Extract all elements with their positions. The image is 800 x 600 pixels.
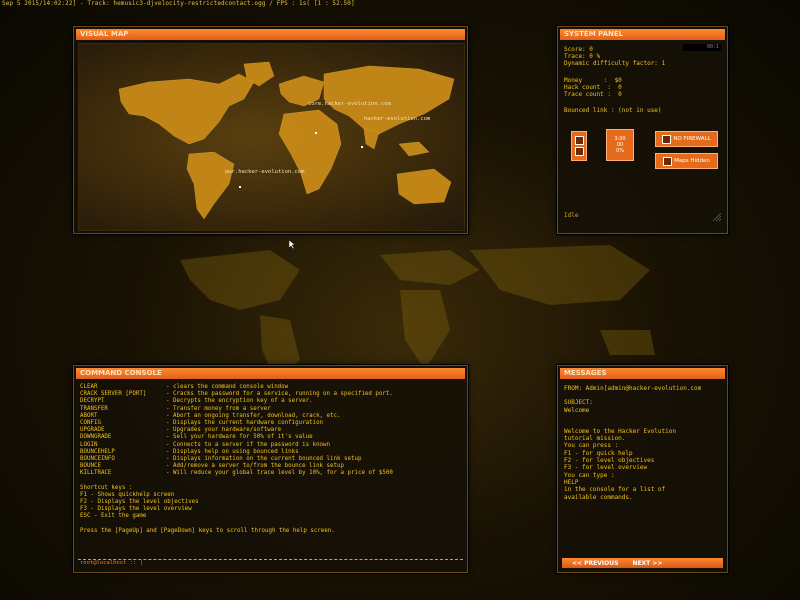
command-name: BOUNCE <box>80 463 101 470</box>
command-desc: - clears the command console window <box>166 384 289 390</box>
command-name: LOGIN <box>80 441 98 448</box>
no-firewall-button[interactable]: NO FIREWALL <box>655 131 718 147</box>
shortcut-line: F2 - Displays the level objectives <box>80 499 199 506</box>
command-desc: - Decrypts the encryption key of a serve… <box>166 398 313 405</box>
command-list: CLEAR - clears the command console window… <box>80 384 461 478</box>
maps-hidden-label: Maps Hidden <box>674 158 710 164</box>
message-line: F1 - for quick help <box>564 449 633 457</box>
previous-button[interactable]: << PREVIOUS <box>572 560 618 567</box>
message-line: tutorial mission. <box>564 435 626 443</box>
shortcut-line: F1 - Shows quickhelp screen <box>80 491 175 498</box>
difficulty-text: Dynamic difficulty factor: 1 <box>564 60 666 67</box>
command-desc: - Abort an ongoing transfer, download, c… <box>166 412 341 419</box>
shortcut-line: ESC - Exit the game <box>80 513 147 520</box>
visual-map-panel: VISUAL MAP core.hacker-evolution.com hac… <box>73 26 468 250</box>
command-console-panel: COMMAND CONSOLE CLEAR - clears the comman… <box>73 365 468 573</box>
message-line: Welcome to the Hacker Evolution <box>564 427 676 435</box>
server-label-pwr[interactable]: pwr.hacker-evolution.com <box>225 169 304 175</box>
shortcut-title: Shortcut keys : <box>80 484 133 491</box>
scroll-hint: Press the [PageUp] and [PageDown] keys t… <box>80 527 335 534</box>
console-input[interactable]: root@localhost :: | <box>78 559 463 568</box>
command-row: TRANSFER - Transfer money from a server <box>80 406 461 413</box>
message-navigation: << PREVIOUS NEXT >> <box>562 558 723 568</box>
command-row: BOUNCE - Add/remove a server to/from the … <box>80 463 461 470</box>
command-row: ABORT - Abort an ongoing transfer, downlo… <box>80 413 461 420</box>
firewall-icon <box>662 134 672 144</box>
message-line: F2 - for level objectives <box>564 457 655 465</box>
command-desc: - Will reduce your global trace level by… <box>166 470 393 477</box>
command-row: BOUNCEHELP - Displays help on using bounc… <box>80 449 461 456</box>
command-row: CRACK SERVER [PORT] - Cracks the password… <box>80 391 461 398</box>
server-label-hacker-evolution[interactable]: hacker-evolution.com <box>364 116 430 122</box>
command-name: TRANSFER <box>80 405 108 412</box>
message-line: F3 - for level overview <box>564 464 648 472</box>
server-label-core[interactable]: core.hacker-evolution.com <box>308 101 391 107</box>
message-line: You can press : <box>564 442 619 450</box>
command-desc: - Upgrades your hardware/software <box>166 427 282 434</box>
command-row: DOWNGRADE - Sell your hardware for 50% of… <box>80 434 461 441</box>
system-panel-title: SYSTEM PANEL <box>560 29 725 40</box>
background-world-map <box>180 245 655 378</box>
command-row: CONFIG - Displays the current hardware co… <box>80 420 461 427</box>
status-bar: Sep 5 2015/14:02:22] - Track: hemusic3-d… <box>2 0 355 7</box>
command-desc: - Displays information on the current bo… <box>166 456 362 463</box>
message-body: FROM: Admin[admin@hacker-evolution.com S… <box>564 385 723 501</box>
command-name: KILLTRACE <box>80 470 112 477</box>
command-row: LOGIN - Connects to a server if the passw… <box>80 442 461 449</box>
checkbox-icon <box>574 136 584 145</box>
command-desc: - Displays the current hardware configur… <box>166 420 324 427</box>
command-name: CLEAR <box>80 384 98 390</box>
command-name: BOUNCEINFO <box>80 456 115 463</box>
maps-hidden-button[interactable]: Maps Hidden <box>655 153 718 169</box>
command-desc: - Displays help on using bounced links <box>166 448 299 455</box>
command-row: DECRYPT - Decrypts the encryption key of … <box>80 398 461 405</box>
command-name: CRACK SERVER [PORT] <box>80 391 147 398</box>
visual-map-title: VISUAL MAP <box>76 29 465 40</box>
system-clock: 00:1 <box>683 44 721 51</box>
resize-icon <box>713 213 721 221</box>
no-firewall-label: NO FIREWALL <box>673 136 711 142</box>
command-name: UPGRADE <box>80 427 105 434</box>
messages-panel: MESSAGES FROM: Admin[admin@hacker-evolut… <box>557 365 728 573</box>
message-from: FROM: Admin[admin@hacker-evolution.com <box>564 385 702 392</box>
message-line: You can type : <box>564 471 615 479</box>
command-desc: - Cracks the password for a service, run… <box>166 391 393 398</box>
command-row: CLEAR - clears the command console window <box>80 384 461 391</box>
command-name: CONFIG <box>80 420 101 427</box>
map-icon <box>663 156 673 166</box>
message-subject: Welcome <box>564 406 590 414</box>
hardware-status-button[interactable]: 3:00 00 0% <box>606 129 634 161</box>
command-row: BOUNCEINFO - Displays information on the … <box>80 456 461 463</box>
monitor-toggle-button[interactable] <box>571 131 587 161</box>
messages-title: MESSAGES <box>560 368 725 379</box>
command-name: DOWNGRADE <box>80 434 112 441</box>
bounced-link-text: Bounced link : (not in use) <box>564 107 662 114</box>
system-panel: SYSTEM PANEL 00:1 Score: 0 Trace: 0 % Dy… <box>557 26 728 234</box>
mouse-cursor-icon <box>289 240 296 250</box>
shortcut-line: F3 - Displays the level overview <box>80 506 192 513</box>
checkbox-icon <box>574 147 584 156</box>
command-name: ABORT <box>80 412 98 419</box>
command-desc: - Transfer money from a server <box>166 405 271 412</box>
next-button[interactable]: NEXT >> <box>632 560 662 567</box>
message-line: HELP <box>564 478 579 486</box>
command-console-title: COMMAND CONSOLE <box>76 368 465 379</box>
command-name: DECRYPT <box>80 398 105 405</box>
command-desc: - Connects to a server if the password i… <box>166 441 331 448</box>
message-line: available commands. <box>564 493 633 501</box>
idle-status: Idle <box>564 212 579 219</box>
message-subject-label: SUBJECT: <box>564 399 593 407</box>
message-line: in the console for a list of <box>564 486 666 494</box>
command-name: BOUNCEHELP <box>80 448 115 455</box>
command-row: KILLTRACE - Will reduce your global trace… <box>80 470 461 477</box>
command-desc: - Sell your hardware for 50% of it's val… <box>166 434 313 441</box>
trace-count-text: Trace count : 0 <box>564 91 622 98</box>
command-desc: - Add/remove a server to/from the bounce… <box>166 463 344 470</box>
firewall-label: 0% <box>616 148 624 154</box>
world-map-graphic <box>118 61 455 220</box>
console-output: CLEAR - clears the command console window… <box>80 384 461 535</box>
command-row: UPGRADE - Upgrades your hardware/software <box>80 427 461 434</box>
world-map[interactable]: core.hacker-evolution.com hacker-evoluti… <box>78 43 465 250</box>
